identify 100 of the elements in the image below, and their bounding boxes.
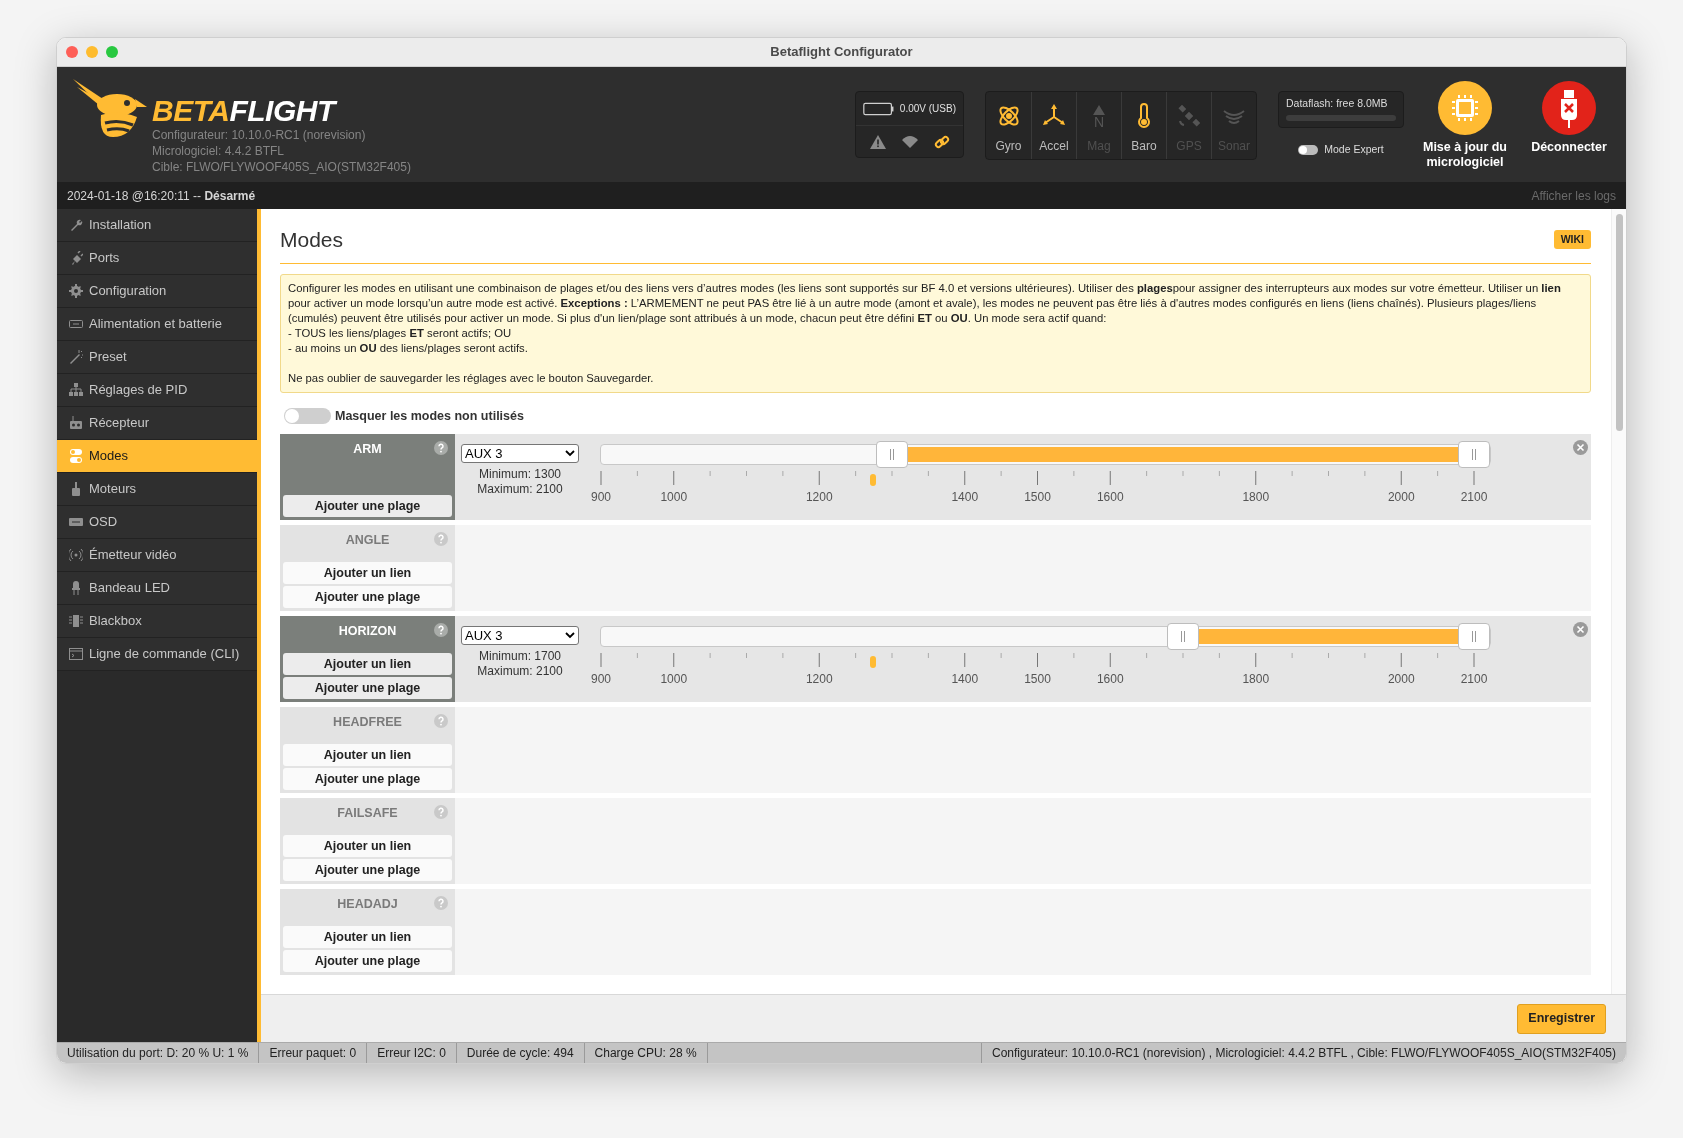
mode-name: HEADADJ bbox=[337, 896, 398, 914]
range-thumb[interactable] bbox=[1167, 623, 1200, 651]
dataflash-label: Dataflash: free 8.0MB bbox=[1286, 96, 1389, 111]
version-text: Configurateur: 10.10.0-RC1 (norevision) bbox=[152, 127, 367, 143]
wrench-icon bbox=[69, 218, 83, 232]
add-button[interactable]: Ajouter un lien bbox=[283, 835, 452, 858]
expert-mode-label: Mode Expert bbox=[1324, 142, 1384, 157]
sidebar-item[interactable]: Émetteur vidéo bbox=[57, 539, 257, 572]
scale-label: 1600 bbox=[1096, 672, 1124, 688]
sidebar-item[interactable]: Configuration bbox=[57, 275, 257, 308]
scale-label: 1000 bbox=[660, 490, 688, 506]
mode-name: HORIZON bbox=[338, 623, 397, 641]
antenna-icon bbox=[69, 548, 83, 562]
info-condition: - TOUS les liens/plages ET seront actifs; OU bbox=[288, 325, 513, 341]
scale-label: 2100 bbox=[1460, 490, 1488, 506]
scale-label: 900 bbox=[591, 490, 611, 506]
range-thumb[interactable] bbox=[1458, 441, 1490, 469]
range-slider[interactable] bbox=[600, 441, 1491, 469]
minimum-value: Minimum: 1300 bbox=[479, 467, 561, 483]
scale-label: 1400 bbox=[951, 490, 979, 506]
add-button[interactable]: Ajouter une plage bbox=[283, 495, 452, 518]
add-button[interactable]: Ajouter une plage bbox=[283, 586, 452, 609]
expert-mode-toggle[interactable] bbox=[1298, 144, 1319, 155]
scale-label: 1200 bbox=[805, 672, 833, 688]
scale-label: 1500 bbox=[1024, 672, 1051, 688]
disconnect-button[interactable]: Déconnecter bbox=[1526, 81, 1612, 155]
scale-label: 2000 bbox=[1387, 672, 1415, 688]
mode-name: HEADFREE bbox=[333, 714, 402, 732]
remote-icon bbox=[69, 416, 83, 430]
warning-icon bbox=[869, 134, 886, 149]
battery-icon bbox=[863, 100, 894, 117]
info-text: Configurer les modes en utilisant une combinaison de plages et/ou des liens vers d’autres modes (les liens sont supportés sur BF 4.0 et versions ultérieures). Utiliser des plagespour assigner des interrupteurs aux modes sur votre émetteur. Utiliser un lien pour activer un mode lorsqu’un autre mode est activé. Exceptions : L’ARMEMENT ne peut PAS être lié à un autre mode (amont et avale), les modes ne peuvent pas être liés à d'autres modes configurés en liens (liens chaînés). Plusieurs plages/liens (cumulés) peuvent être utilisés pour activer un mode. Si plus d'un lien/plage sont attribués à un mode, chacun peut être défini ET ou OU. Un mode sera actif quand: bbox=[288, 280, 1562, 326]
hierarchy-icon bbox=[69, 383, 83, 397]
add-button[interactable]: Ajouter un lien bbox=[283, 926, 452, 949]
add-button[interactable]: Ajouter une plage bbox=[283, 859, 452, 882]
remove-range-icon[interactable] bbox=[1573, 440, 1588, 456]
add-button[interactable]: Ajouter une plage bbox=[283, 950, 452, 973]
save-button[interactable]: Enregistrer bbox=[1517, 1003, 1606, 1034]
mode-name: ANGLE bbox=[345, 532, 390, 550]
help-icon[interactable] bbox=[434, 896, 448, 911]
blackbox-icon bbox=[69, 614, 83, 628]
add-button[interactable]: Ajouter un lien bbox=[283, 744, 452, 767]
sidebar-item[interactable]: Blackbox bbox=[57, 605, 257, 638]
window-close-button[interactable] bbox=[66, 46, 78, 58]
version-text: Cible: FLWO/FLYWOOF405S_AIO(STM32F405) bbox=[152, 159, 411, 175]
scale-label: 1000 bbox=[660, 672, 688, 688]
channel-select[interactable]: AUX 3 bbox=[461, 626, 579, 646]
toggle-icon bbox=[69, 449, 83, 463]
sidebar-item[interactable]: OSD bbox=[57, 506, 257, 539]
osd-icon bbox=[69, 515, 83, 529]
scale-label: 1800 bbox=[1242, 672, 1270, 688]
range-slider[interactable] bbox=[600, 623, 1491, 651]
info-note: Ne pas oublier de sauvegarder les réglages avec le bouton Sauvegarder. bbox=[288, 370, 655, 386]
scale-label: 1800 bbox=[1242, 490, 1270, 506]
help-icon[interactable] bbox=[434, 441, 448, 456]
sidebar-item[interactable]: Installation bbox=[57, 209, 257, 242]
version-text: Micrologiciel: 4.4.2 BTFL bbox=[152, 143, 286, 159]
sidebar-item[interactable]: Modes bbox=[57, 440, 257, 473]
help-icon[interactable] bbox=[434, 805, 448, 820]
firmware-update-button[interactable]: Mise à jour du micrologiciel bbox=[1422, 81, 1508, 170]
range-thumb[interactable] bbox=[875, 441, 908, 469]
sidebar-item[interactable]: Ligne de commande (CLI) bbox=[57, 638, 257, 671]
window-title: Betaflight Configurator bbox=[770, 43, 913, 62]
sidebar-item[interactable]: Bandeau LED bbox=[57, 572, 257, 605]
hide-unused-toggle[interactable] bbox=[284, 407, 331, 424]
add-button[interactable]: Ajouter un lien bbox=[283, 562, 452, 585]
sensor-label: Accel bbox=[1039, 138, 1069, 155]
window-minimize-button[interactable] bbox=[86, 46, 98, 58]
scale-label: 2000 bbox=[1387, 490, 1415, 506]
gear-icon bbox=[69, 284, 83, 298]
sidebar-item[interactable]: Alimentation et batterie bbox=[57, 308, 257, 341]
channel-select[interactable]: AUX 3 bbox=[461, 444, 579, 464]
add-button[interactable]: Ajouter un lien bbox=[283, 653, 452, 676]
sidebar-item[interactable]: Ports bbox=[57, 242, 257, 275]
add-button[interactable]: Ajouter une plage bbox=[283, 768, 452, 791]
scale-label: 1500 bbox=[1024, 490, 1051, 506]
remove-range-icon[interactable] bbox=[1573, 622, 1588, 638]
wiki-button[interactable]: WIKI bbox=[1553, 230, 1591, 250]
scale-label: 2100 bbox=[1460, 672, 1488, 688]
motor-icon bbox=[69, 482, 83, 496]
parachute-icon bbox=[900, 134, 919, 149]
add-button[interactable]: Ajouter une plage bbox=[283, 677, 452, 700]
battery-reading: 0.00V (USB) bbox=[899, 102, 956, 116]
sidebar-item[interactable]: Récepteur bbox=[57, 407, 257, 440]
wand-icon bbox=[69, 350, 83, 364]
hide-unused-label: Masquer les modes non utilisés bbox=[335, 407, 524, 425]
sidebar-item[interactable]: Moteurs bbox=[57, 473, 257, 506]
help-icon[interactable] bbox=[434, 714, 448, 729]
window-zoom-button[interactable] bbox=[106, 46, 118, 58]
link-icon bbox=[933, 133, 950, 150]
help-icon[interactable] bbox=[434, 623, 448, 638]
terminal-icon bbox=[69, 647, 83, 661]
scale-label: 1600 bbox=[1096, 490, 1124, 506]
range-thumb[interactable] bbox=[1458, 623, 1490, 651]
help-icon[interactable] bbox=[434, 532, 448, 547]
scrollbar[interactable] bbox=[1615, 214, 1623, 431]
sidebar-item[interactable]: Preset bbox=[57, 341, 257, 374]
scale-label: 900 bbox=[591, 672, 611, 688]
sidebar-item[interactable]: Réglages de PID bbox=[57, 374, 257, 407]
version-info: Configurateur: 10.10.0-RC1 (norevision) , Micrologiciel: 4.4.2 BTFL , Cible: FLWO/FLYWOOF405S_AIO(STM32F405) bbox=[981, 1043, 1626, 1063]
